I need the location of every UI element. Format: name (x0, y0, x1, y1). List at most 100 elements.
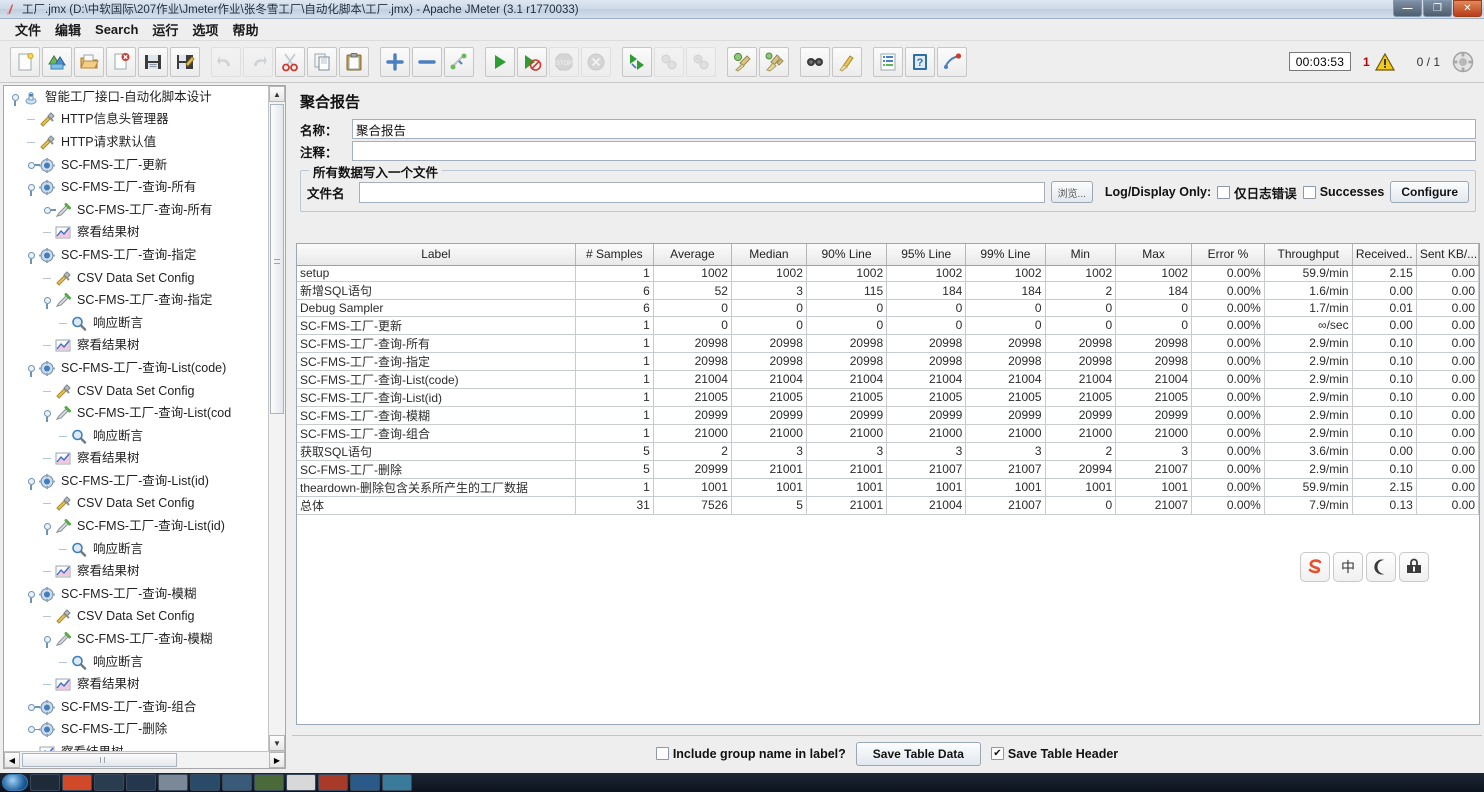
undo-history-icon[interactable] (937, 46, 967, 77)
tree-collapse-toggle[interactable] (24, 158, 40, 172)
tree-collapse-toggle[interactable] (24, 723, 40, 737)
tree-expand-toggle[interactable] (24, 474, 38, 490)
tree-node[interactable]: SC-FMS-工厂-查询-组合 (4, 696, 268, 719)
tree-expand-toggle[interactable] (40, 294, 54, 310)
maximize-button[interactable]: ❐ (1423, 0, 1452, 17)
tree-node[interactable]: CSV Data Set Config (4, 493, 268, 516)
menu-edit[interactable]: 编辑 (48, 18, 88, 41)
table-row[interactable]: SC-FMS-工厂-查询-指定 1 20998 20998 20998 20998 2099… (297, 352, 1479, 371)
tree-expand-toggle[interactable] (24, 248, 38, 264)
table-column-header[interactable]: 99% Line (965, 244, 1046, 266)
tree-node[interactable]: 察看结果树 (4, 673, 268, 696)
menu-run[interactable]: 运行 (145, 18, 185, 41)
scroll-right-arrow[interactable]: ▶ (269, 752, 285, 768)
table-column-header[interactable]: Median (731, 244, 807, 266)
tree-node[interactable]: SC-FMS-工厂-查询-指定 (4, 244, 268, 267)
save-table-header-wrap[interactable]: ✔ Save Table Header (990, 747, 1118, 761)
table-column-header[interactable]: Sent KB/... (1416, 244, 1479, 266)
menu-search[interactable]: Search (88, 20, 145, 39)
scroll-left-arrow[interactable]: ◀ (4, 752, 20, 768)
taskbar-item[interactable] (126, 774, 156, 791)
taskbar-item[interactable] (190, 774, 220, 791)
aggregate-table-container[interactable]: Label # Samples Average Median 90% Line 95% L… (296, 243, 1480, 725)
tree-collapse-toggle[interactable] (40, 203, 56, 217)
comment-input[interactable] (352, 141, 1476, 161)
tree-node[interactable]: 智能工厂接口-自动化脚本设计 (4, 86, 268, 109)
tree-node[interactable]: CSV Data Set Config (4, 267, 268, 290)
errors-only-checkbox[interactable] (1217, 185, 1231, 199)
start-no-pauses-icon[interactable] (517, 46, 547, 77)
tree-node[interactable]: SC-FMS-工厂-查询-模糊 (4, 583, 268, 606)
tree-collapse-toggle[interactable] (24, 700, 40, 714)
tree-expand-toggle[interactable] (24, 181, 38, 197)
redo-icon[interactable] (243, 46, 273, 77)
tree-node[interactable]: SC-FMS-工厂-查询-指定 (4, 289, 268, 312)
table-row[interactable]: SC-FMS-工厂-更新 1 0 0 0 0 0 0 0 0.00% ∞/sec 0.00 0.00 (297, 316, 1479, 335)
scroll-down-arrow[interactable]: ▼ (269, 735, 285, 751)
tree-expand-toggle[interactable] (40, 633, 54, 649)
clear-all-icon[interactable] (759, 46, 789, 77)
taskbar-item[interactable] (62, 774, 92, 791)
tree-node[interactable]: SC-FMS-工厂-查询-List(id) (4, 515, 268, 538)
new-document-icon[interactable] (10, 46, 40, 77)
table-column-header[interactable]: Min (1045, 244, 1117, 266)
open-folder-icon[interactable] (74, 46, 104, 77)
stop-remote-icon[interactable] (654, 46, 684, 77)
help-icon[interactable]: ? (905, 46, 935, 77)
tree-node[interactable]: SC-FMS-工厂-查询-所有 (4, 176, 268, 199)
menu-file[interactable]: 文件 (8, 18, 48, 41)
tree-node[interactable]: SC-FMS-工厂-查询-模糊 (4, 628, 268, 651)
crescent-moon-icon[interactable] (1366, 552, 1396, 582)
table-row[interactable]: 总体 31 7526 5 21001 21004 21007 0 21007 0.00% 7.9/m… (297, 496, 1479, 515)
taskbar-item[interactable] (286, 774, 316, 791)
warning-triangle-icon[interactable] (1374, 52, 1395, 71)
close-document-icon[interactable] (106, 46, 136, 77)
shutdown-icon[interactable] (581, 46, 611, 77)
tree-horizontal-scrollbar[interactable]: ◀ ▶ (4, 751, 285, 768)
table-column-header[interactable]: Max (1115, 244, 1193, 266)
start-button[interactable] (2, 774, 28, 791)
table-column-header[interactable]: Error % (1191, 244, 1265, 266)
taskbar-item[interactable] (382, 774, 412, 791)
search-reset-icon[interactable] (832, 46, 862, 77)
save-table-data-button[interactable]: Save Table Data (855, 741, 981, 766)
table-row[interactable]: 新增SQL语句 6 52 3 115 184 184 2 184 0.00% 1.6/min 0.00… (297, 281, 1479, 301)
toolbox-icon[interactable] (1399, 552, 1429, 582)
tree-node[interactable]: 响应断言 (4, 538, 268, 561)
taskbar-item[interactable] (222, 774, 252, 791)
tree-node[interactable]: SC-FMS-工厂-查询-所有 (4, 199, 268, 222)
toggle-icon[interactable] (444, 46, 474, 77)
table-row[interactable]: setup 1 1002 1002 1002 1002 1002 1002 1002 0.00% 5… (297, 265, 1479, 283)
search-icon[interactable] (800, 46, 830, 77)
save-icon[interactable] (138, 46, 168, 77)
table-row[interactable]: SC-FMS-工厂-查询-模糊 1 20999 20999 20999 20999 2099… (297, 406, 1479, 425)
tree-node[interactable]: 察看结果树 (4, 222, 268, 245)
chinese-mode-icon[interactable]: 中 (1333, 552, 1363, 582)
minimize-button[interactable]: — (1393, 0, 1422, 17)
tree-node[interactable]: 响应断言 (4, 312, 268, 335)
tree-node[interactable]: SC-FMS-工厂-删除 (4, 719, 268, 742)
close-button[interactable]: ✕ (1453, 0, 1482, 17)
browse-button[interactable]: 浏览... (1050, 181, 1093, 203)
tree-node[interactable]: HTTP请求默认值 (4, 131, 268, 154)
cut-icon[interactable] (275, 46, 305, 77)
tree-node[interactable]: CSV Data Set Config (4, 380, 268, 403)
table-column-header[interactable]: Received.. (1352, 244, 1417, 266)
tree-node[interactable]: SC-FMS-工厂-查询-List(code) (4, 357, 268, 380)
tree-node[interactable]: 响应断言 (4, 651, 268, 674)
scroll-up-arrow[interactable]: ▲ (269, 86, 285, 102)
table-row[interactable]: SC-FMS-工厂-查询-所有 1 20998 20998 20998 20998 2099… (297, 334, 1479, 353)
horizontal-scroll-thumb[interactable] (22, 753, 177, 767)
templates-icon[interactable] (42, 46, 72, 77)
configure-button[interactable]: Configure (1390, 181, 1469, 203)
tree-node[interactable]: SC-FMS-工厂-查询-List(id) (4, 470, 268, 493)
tree-expand-toggle[interactable] (24, 587, 38, 603)
tree-node[interactable]: 察看结果树 (4, 741, 268, 751)
start-icon[interactable] (485, 46, 515, 77)
tree-node[interactable]: 察看结果树 (4, 448, 268, 471)
table-column-header[interactable]: 90% Line (806, 244, 888, 266)
table-row[interactable]: SC-FMS-工厂-查询-List(id) 1 21005 21005 21005 210… (297, 388, 1479, 407)
tree-expand-toggle[interactable] (24, 361, 38, 377)
tree-node[interactable]: 察看结果树 (4, 560, 268, 583)
save-as-icon[interactable] (170, 46, 200, 77)
